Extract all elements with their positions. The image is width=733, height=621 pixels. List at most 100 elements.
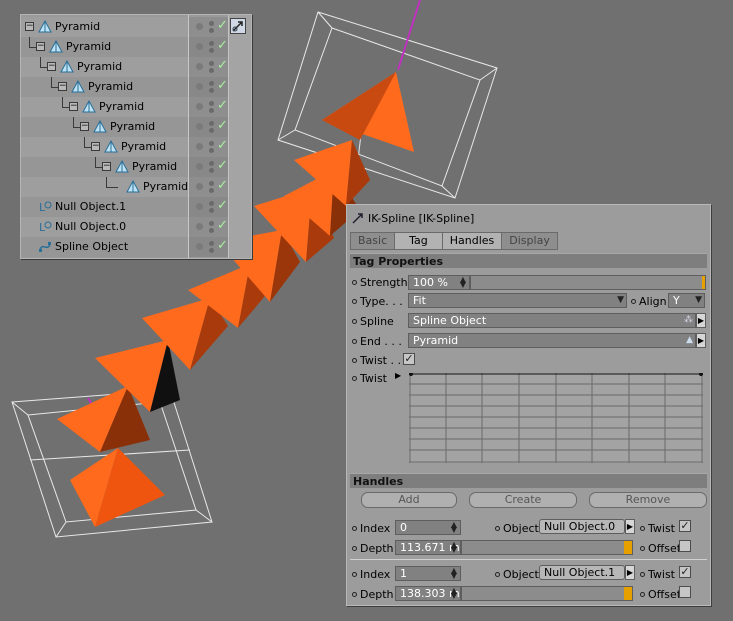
- animation-bullet-icon[interactable]: [640, 526, 645, 531]
- editor-visibility-dot-icon[interactable]: [209, 81, 214, 86]
- layer-dot-icon[interactable]: [196, 143, 203, 150]
- depth-slider-knob[interactable]: [624, 587, 632, 600]
- strength-slider-knob[interactable]: [702, 276, 705, 289]
- layer-dot-icon[interactable]: [196, 103, 203, 110]
- create-handle-button[interactable]: Create: [469, 492, 577, 508]
- enabled-check-icon[interactable]: ✓: [217, 218, 228, 233]
- editor-visibility-dot-icon[interactable]: [209, 241, 214, 246]
- layer-dot-icon[interactable]: [196, 83, 203, 90]
- enabled-check-icon[interactable]: ✓: [217, 118, 228, 133]
- object-link-menu-button[interactable]: ▶: [625, 519, 635, 534]
- object-name[interactable]: Pyramid: [143, 180, 188, 193]
- object-row[interactable]: − Pyramid: [21, 77, 189, 97]
- enabled-check-icon[interactable]: ✓: [217, 58, 228, 73]
- render-visibility-dot-icon[interactable]: [209, 228, 214, 233]
- end-link-field[interactable]: Pyramid ▲: [408, 333, 696, 348]
- object-row[interactable]: − Pyramid: [21, 117, 189, 137]
- object-row[interactable]: L Null Object.1: [21, 197, 189, 217]
- animation-bullet-icon[interactable]: [352, 376, 357, 381]
- layer-dot-icon[interactable]: [196, 243, 203, 250]
- object-row[interactable]: − Pyramid: [21, 157, 189, 177]
- strength-slider[interactable]: [470, 275, 706, 290]
- object-row[interactable]: Spline Object: [21, 237, 189, 257]
- index-input[interactable]: 1 ▲ ▼: [395, 566, 461, 581]
- animation-bullet-icon[interactable]: [495, 526, 500, 531]
- render-visibility-dot-icon[interactable]: [209, 188, 214, 193]
- collapse-toggle-icon[interactable]: −: [91, 142, 100, 151]
- animation-bullet-icon[interactable]: [352, 572, 357, 577]
- animation-bullet-icon[interactable]: [352, 280, 357, 285]
- object-name[interactable]: Pyramid: [55, 20, 100, 33]
- render-visibility-dot-icon[interactable]: [209, 88, 214, 93]
- render-visibility-dot-icon[interactable]: [209, 248, 214, 253]
- editor-visibility-dot-icon[interactable]: [209, 221, 214, 226]
- animation-bullet-icon[interactable]: [352, 319, 357, 324]
- enabled-check-icon[interactable]: ✓: [217, 238, 228, 253]
- tab-handles[interactable]: Handles: [441, 232, 503, 250]
- tab-basic[interactable]: Basic: [350, 232, 396, 250]
- render-visibility-dot-icon[interactable]: [209, 208, 214, 213]
- editor-visibility-dot-icon[interactable]: [209, 141, 214, 146]
- enabled-check-icon[interactable]: ✓: [217, 18, 228, 33]
- animation-bullet-icon[interactable]: [640, 592, 645, 597]
- enabled-check-icon[interactable]: ✓: [217, 38, 228, 53]
- object-name[interactable]: Pyramid: [88, 80, 133, 93]
- end-link-menu-button[interactable]: ▶: [696, 333, 706, 348]
- layer-dot-icon[interactable]: [196, 43, 203, 50]
- tab-tag[interactable]: Tag: [394, 232, 443, 250]
- depth-input[interactable]: 138.303 m ▲ ▼: [395, 586, 461, 601]
- render-visibility-dot-icon[interactable]: [209, 28, 214, 33]
- object-name[interactable]: Pyramid: [66, 40, 111, 53]
- index-input[interactable]: 0 ▲ ▼: [395, 520, 461, 535]
- animation-bullet-icon[interactable]: [352, 592, 357, 597]
- depth-input[interactable]: 113.671 m ▲ ▼: [395, 540, 461, 555]
- render-visibility-dot-icon[interactable]: [209, 108, 214, 113]
- object-row[interactable]: − Pyramid: [21, 17, 189, 37]
- editor-visibility-dot-icon[interactable]: [209, 61, 214, 66]
- object-row[interactable]: − Pyramid: [21, 37, 189, 57]
- object-row[interactable]: − Pyramid: [21, 137, 189, 157]
- depth-slider[interactable]: [461, 540, 633, 555]
- ik-spline-tag-icon[interactable]: [230, 18, 246, 34]
- spline-link-field[interactable]: Spline Object ⁂: [408, 313, 696, 328]
- render-visibility-dot-icon[interactable]: [209, 128, 214, 133]
- layer-dot-icon[interactable]: [196, 23, 203, 30]
- object-link-field[interactable]: Null Object.0: [539, 519, 625, 534]
- object-name[interactable]: Null Object.1: [55, 200, 126, 213]
- animation-bullet-icon[interactable]: [640, 546, 645, 551]
- render-visibility-dot-icon[interactable]: [209, 168, 214, 173]
- tab-display[interactable]: Display: [501, 232, 558, 250]
- render-visibility-dot-icon[interactable]: [209, 148, 214, 153]
- object-row[interactable]: L Null Object.0: [21, 217, 189, 237]
- object-name[interactable]: Pyramid: [132, 160, 177, 173]
- animation-bullet-icon[interactable]: [631, 299, 636, 304]
- enabled-check-icon[interactable]: ✓: [217, 78, 228, 93]
- layer-dot-icon[interactable]: [196, 123, 203, 130]
- collapse-toggle-icon[interactable]: −: [80, 122, 89, 131]
- object-name[interactable]: Null Object.0: [55, 220, 126, 233]
- enabled-check-icon[interactable]: ✓: [217, 138, 228, 153]
- spline-link-menu-button[interactable]: ▶: [696, 313, 706, 328]
- strength-input[interactable]: 100 % ▲ ▼: [408, 275, 470, 290]
- object-name[interactable]: Pyramid: [77, 60, 122, 73]
- editor-visibility-dot-icon[interactable]: [209, 101, 214, 106]
- layer-dot-icon[interactable]: [196, 203, 203, 210]
- animation-bullet-icon[interactable]: [352, 339, 357, 344]
- layer-dot-icon[interactable]: [196, 163, 203, 170]
- enabled-check-icon[interactable]: ✓: [217, 98, 228, 113]
- layer-dot-icon[interactable]: [196, 183, 203, 190]
- object-name[interactable]: Pyramid: [99, 100, 144, 113]
- editor-visibility-dot-icon[interactable]: [209, 201, 214, 206]
- render-visibility-dot-icon[interactable]: [209, 48, 214, 53]
- editor-visibility-dot-icon[interactable]: [209, 161, 214, 166]
- animation-bullet-icon[interactable]: [352, 526, 357, 531]
- collapse-toggle-icon[interactable]: −: [47, 62, 56, 71]
- depth-slider-knob[interactable]: [624, 541, 632, 554]
- render-visibility-dot-icon[interactable]: [209, 68, 214, 73]
- collapse-toggle-icon[interactable]: −: [36, 42, 45, 51]
- object-row[interactable]: − Pyramid: [21, 97, 189, 117]
- editor-visibility-dot-icon[interactable]: [209, 121, 214, 126]
- animation-bullet-icon[interactable]: [495, 572, 500, 577]
- twist-spline-graph[interactable]: [409, 373, 703, 463]
- enabled-check-icon[interactable]: ✓: [217, 158, 228, 173]
